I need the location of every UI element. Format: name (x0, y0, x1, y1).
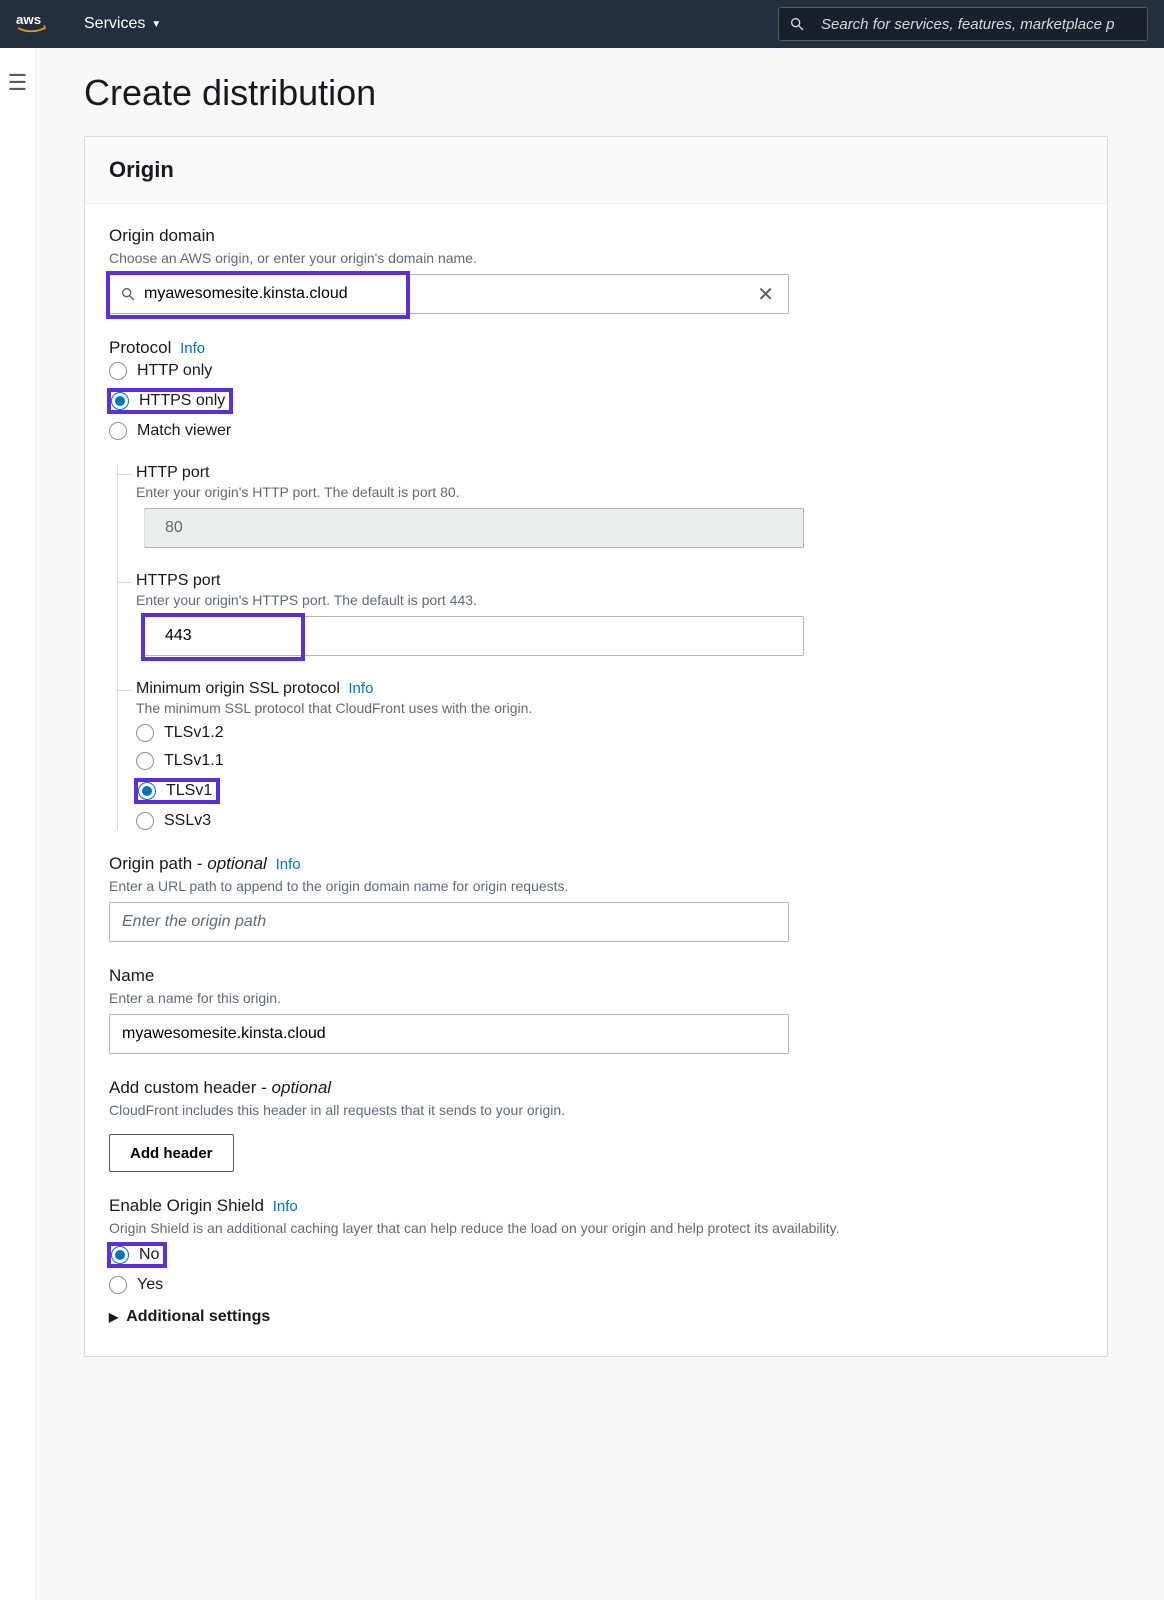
page-title: Create distribution (84, 72, 1108, 114)
additional-settings-expander[interactable]: ▶ Additional settings (109, 1308, 1083, 1326)
side-nav-toggle[interactable]: ☰ (0, 48, 36, 1600)
additional-settings-label: Additional settings (126, 1308, 270, 1326)
ssl-option-sslv3[interactable]: SSLv3 (136, 812, 1083, 830)
custom-header-label: Add custom header - optional (109, 1078, 1083, 1098)
http-port-help: Enter your origin's HTTP port. The defau… (136, 484, 1083, 500)
http-port-field: HTTP port Enter your origin's HTTP port.… (136, 464, 1083, 548)
origin-path-input[interactable] (120, 912, 778, 932)
name-input[interactable] (120, 1024, 778, 1044)
services-dropdown[interactable]: Services ▼ (84, 15, 161, 33)
protocol-option-https[interactable]: HTTPS only (111, 392, 225, 410)
global-search[interactable] (778, 7, 1148, 41)
radio-icon (111, 392, 129, 410)
origin-path-help: Enter a URL path to append to the origin… (109, 878, 1083, 894)
search-icon (120, 286, 136, 302)
origin-shield-info-link[interactable]: Info (273, 1198, 298, 1215)
origin-path-info-link[interactable]: Info (276, 856, 301, 873)
panel-title: Origin (109, 157, 1083, 183)
origin-shield-field: Enable Origin Shield Info Origin Shield … (109, 1196, 1083, 1294)
ssl-protocol-help: The minimum SSL protocol that CloudFront… (136, 700, 1083, 716)
radio-icon (136, 812, 154, 830)
name-help: Enter a name for this origin. (109, 990, 1083, 1006)
name-input-wrap[interactable] (109, 1014, 789, 1054)
radio-icon (136, 752, 154, 770)
custom-header-field: Add custom header - optional CloudFront … (109, 1078, 1083, 1172)
radio-icon (109, 422, 127, 440)
origin-shield-help: Origin Shield is an additional caching l… (109, 1220, 1083, 1236)
https-port-label: HTTPS port (136, 572, 1083, 590)
ssl-protocol-field: Minimum origin SSL protocol Info The min… (136, 680, 1083, 830)
custom-header-help: CloudFront includes this header in all r… (109, 1102, 1083, 1118)
radio-icon (109, 1276, 127, 1294)
origin-path-label: Origin path - optional Info (109, 854, 1083, 874)
ssl-info-link[interactable]: Info (348, 680, 373, 697)
https-port-field: HTTPS port Enter your origin's HTTPS por… (136, 572, 1083, 656)
shield-option-no[interactable]: No (111, 1246, 159, 1264)
clear-input-button[interactable]: ✕ (753, 282, 778, 307)
svg-text:aws: aws (16, 12, 41, 27)
aws-logo[interactable]: aws (16, 12, 56, 36)
origin-domain-input[interactable] (142, 284, 753, 304)
shield-option-yes[interactable]: Yes (109, 1276, 1083, 1294)
ssl-option-tls11[interactable]: TLSv1.1 (136, 752, 1083, 770)
http-port-input (163, 518, 793, 538)
protocol-label: Protocol Info (109, 338, 1083, 358)
origin-domain-input-wrap[interactable]: ✕ (109, 274, 789, 314)
origin-domain-help: Choose an AWS origin, or enter your orig… (109, 250, 1083, 266)
global-search-input[interactable] (819, 15, 1137, 34)
ssl-option-tls1[interactable]: TLSv1 (138, 782, 212, 800)
protocol-subsection: HTTP port Enter your origin's HTTP port.… (117, 464, 1083, 830)
origin-domain-label: Origin domain (109, 226, 1083, 246)
services-label: Services (84, 15, 145, 33)
top-nav: aws Services ▼ (0, 0, 1164, 48)
ssl-protocol-label: Minimum origin SSL protocol Info (136, 680, 1083, 698)
https-port-input[interactable] (163, 626, 793, 646)
https-port-help: Enter your origin's HTTPS port. The defa… (136, 592, 1083, 608)
name-field: Name Enter a name for this origin. (109, 966, 1083, 1054)
origin-path-input-wrap[interactable] (109, 902, 789, 942)
protocol-info-link[interactable]: Info (180, 340, 205, 357)
close-icon: ✕ (757, 284, 774, 306)
name-label: Name (109, 966, 1083, 986)
http-port-input-wrap (144, 508, 804, 548)
chevron-right-icon: ▶ (109, 1310, 118, 1324)
origin-path-field: Origin path - optional Info Enter a URL … (109, 854, 1083, 942)
http-port-label: HTTP port (136, 464, 1083, 482)
protocol-field: Protocol Info HTTP only HTTPS only (109, 338, 1083, 440)
origin-shield-label: Enable Origin Shield Info (109, 1196, 1083, 1216)
radio-icon (111, 1246, 129, 1264)
radio-icon (109, 362, 127, 380)
add-header-button[interactable]: Add header (109, 1134, 234, 1172)
protocol-option-match[interactable]: Match viewer (109, 422, 1083, 440)
radio-icon (138, 782, 156, 800)
https-port-input-wrap[interactable] (144, 616, 804, 656)
search-icon (789, 16, 805, 32)
hamburger-icon: ☰ (8, 72, 28, 94)
radio-icon (136, 724, 154, 742)
origin-domain-field: Origin domain Choose an AWS origin, or e… (109, 226, 1083, 314)
aws-logo-icon: aws (16, 12, 56, 36)
chevron-down-icon: ▼ (151, 19, 161, 30)
ssl-option-tls12[interactable]: TLSv1.2 (136, 724, 1083, 742)
panel-header: Origin (85, 137, 1107, 204)
protocol-option-http[interactable]: HTTP only (109, 362, 1083, 380)
origin-panel: Origin Origin domain Choose an AWS origi… (84, 136, 1108, 1357)
